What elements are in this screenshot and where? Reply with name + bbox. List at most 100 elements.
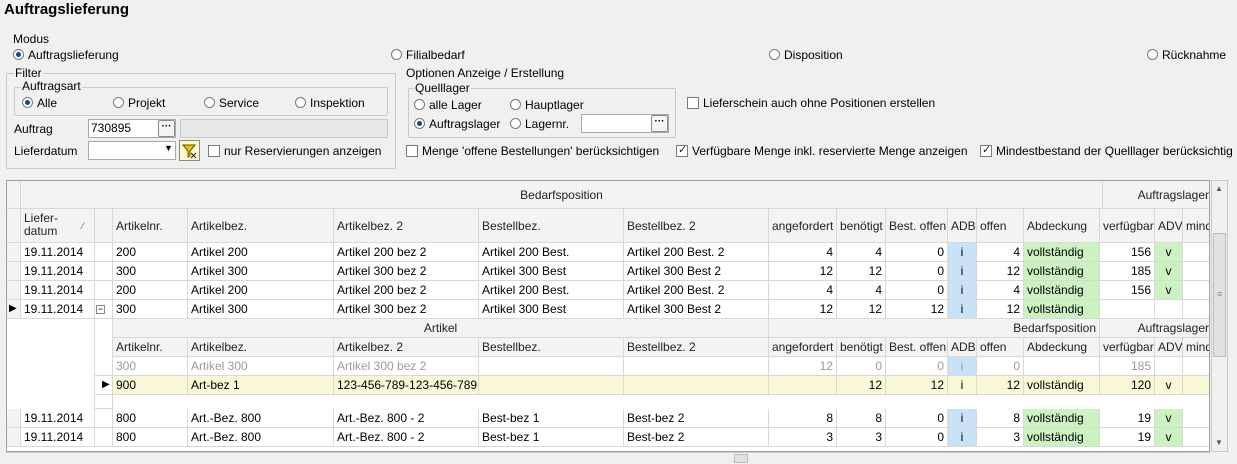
cell-benoe[interactable]: 12 bbox=[837, 300, 886, 319]
sub-cell-best[interactable] bbox=[479, 376, 624, 395]
sub-cell-adb[interactable]: i bbox=[948, 376, 977, 395]
ellipsis-icon[interactable]: ··· bbox=[158, 120, 175, 137]
sub-cell-verf[interactable]: 120 bbox=[1100, 376, 1155, 395]
sub-col-adb[interactable]: ADB bbox=[948, 338, 977, 357]
cell-datum[interactable]: 19.11.2014 bbox=[21, 300, 95, 319]
cell-best[interactable]: Artikel 300 Best bbox=[479, 262, 624, 281]
cell-mind[interactable] bbox=[1183, 243, 1209, 262]
cell-boffen[interactable]: 0 bbox=[886, 428, 948, 447]
sub-cell-angef[interactable] bbox=[769, 376, 837, 395]
cell-mind[interactable] bbox=[1183, 409, 1209, 428]
col-abdeckung[interactable]: Abdeckung bbox=[1024, 209, 1100, 243]
scroll-up-icon[interactable]: ▲ bbox=[1215, 184, 1223, 193]
cell-angef[interactable]: 12 bbox=[769, 300, 837, 319]
cell-benoe[interactable]: 4 bbox=[837, 243, 886, 262]
scroll-thumb[interactable]: ≡ bbox=[1213, 233, 1226, 357]
cell-boffen[interactable]: 0 bbox=[886, 409, 948, 428]
col-best-offen[interactable]: Best. offen bbox=[886, 209, 948, 243]
lieferdatum-input[interactable] bbox=[88, 141, 176, 160]
positions-grid[interactable]: Bedarfsposition Auftragslager Liefer- da… bbox=[6, 180, 1210, 452]
cell-adv[interactable]: v bbox=[1155, 243, 1183, 262]
sub-cell-best2[interactable] bbox=[624, 376, 769, 395]
sub-cell-angef[interactable]: 12 bbox=[769, 357, 837, 376]
cell-nr[interactable]: 200 bbox=[113, 281, 188, 300]
col-offen[interactable]: offen bbox=[977, 209, 1024, 243]
cell-best[interactable]: Best-bez 1 bbox=[479, 428, 624, 447]
cell-nr[interactable]: 800 bbox=[113, 428, 188, 447]
sub-cell-boffen[interactable]: 12 bbox=[886, 376, 948, 395]
cell-exp[interactable] bbox=[95, 428, 113, 447]
cell-mind[interactable] bbox=[1183, 428, 1209, 447]
cell-angef[interactable]: 4 bbox=[769, 243, 837, 262]
sub-col-best[interactable]: Bestellbez. bbox=[479, 338, 624, 357]
cell-adv[interactable]: v bbox=[1155, 281, 1183, 300]
col-artikelnr[interactable]: Artikelnr. bbox=[113, 209, 188, 243]
cell-nr[interactable]: 300 bbox=[113, 262, 188, 281]
cell-best2[interactable]: Best-bez 2 bbox=[624, 409, 769, 428]
cell-best2[interactable]: Best-bez 2 bbox=[624, 428, 769, 447]
cell-mind[interactable] bbox=[1183, 262, 1209, 281]
sub-cell-adb[interactable]: i bbox=[948, 357, 977, 376]
sub-col-benoe[interactable]: benötigt bbox=[837, 338, 886, 357]
cell-deck[interactable]: vollständig bbox=[1024, 243, 1100, 262]
sub-cell-deck[interactable] bbox=[1024, 357, 1100, 376]
cell-datum[interactable]: 19.11.2014 bbox=[21, 243, 95, 262]
sub-cell-best[interactable] bbox=[479, 357, 624, 376]
modus-auftragslieferung[interactable]: Auftragslieferung bbox=[13, 48, 119, 62]
row-selector[interactable] bbox=[7, 428, 21, 447]
cell-boffen[interactable]: 12 bbox=[886, 300, 948, 319]
cell-angef[interactable]: 8 bbox=[769, 409, 837, 428]
sub-col-angef[interactable]: angefordert bbox=[769, 338, 837, 357]
cell-bez[interactable]: Art.-Bez. 800 bbox=[188, 409, 334, 428]
sub-cell-boffen[interactable]: 0 bbox=[886, 357, 948, 376]
cell-adb[interactable]: i bbox=[948, 409, 977, 428]
sub-col-bez2[interactable]: Artikelbez. 2 bbox=[334, 338, 479, 357]
cell-bez[interactable]: Art.-Bez. 800 bbox=[188, 428, 334, 447]
cell-best2[interactable]: Artikel 200 Best. 2 bbox=[624, 243, 769, 262]
cell-angef[interactable]: 12 bbox=[769, 262, 837, 281]
cell-verf[interactable]: 19 bbox=[1100, 428, 1155, 447]
cell-boffen[interactable]: 0 bbox=[886, 262, 948, 281]
cell-adb[interactable]: i bbox=[948, 300, 977, 319]
cell-mind[interactable] bbox=[1183, 281, 1209, 300]
cell-bez2[interactable]: Art.-Bez. 800 - 2 bbox=[334, 409, 479, 428]
cell-verf[interactable]: 19 bbox=[1100, 409, 1155, 428]
lieferschein-checkbox[interactable]: Lieferschein auch ohne Positionen erstel… bbox=[687, 96, 935, 110]
cell-verf[interactable]: 156 bbox=[1100, 281, 1155, 300]
modus-disposition[interactable]: Disposition bbox=[769, 48, 843, 62]
sub-cell-adv[interactable] bbox=[1155, 357, 1183, 376]
sub-cell-best2[interactable] bbox=[624, 357, 769, 376]
cell-bez[interactable]: Artikel 300 bbox=[188, 262, 334, 281]
cell-datum[interactable]: 19.11.2014 bbox=[21, 409, 95, 428]
col-bestellbez[interactable]: Bestellbez. bbox=[479, 209, 624, 243]
cell-offen[interactable]: 4 bbox=[977, 243, 1024, 262]
modus-filialbedarf[interactable]: Filialbedarf bbox=[391, 48, 465, 62]
cell-best2[interactable]: Artikel 200 Best. 2 bbox=[624, 281, 769, 300]
cell-deck[interactable]: vollständig bbox=[1024, 428, 1100, 447]
cell-deck[interactable]: vollständig bbox=[1024, 300, 1100, 319]
cell-adv[interactable] bbox=[1155, 300, 1183, 319]
verfuegbare-checkbox[interactable]: Verfügbare Menge inkl. reservierte Menge… bbox=[676, 143, 968, 158]
sub-col-mind[interactable]: mind bbox=[1183, 338, 1209, 357]
cell-bez2[interactable]: Art.-Bez. 800 - 2 bbox=[334, 428, 479, 447]
vertical-scrollbar[interactable]: ▲ ≡ ▼ bbox=[1211, 180, 1228, 452]
cell-adv[interactable]: v bbox=[1155, 428, 1183, 447]
col-benoetigt[interactable]: benötigt bbox=[837, 209, 886, 243]
cell-verf[interactable] bbox=[1100, 300, 1155, 319]
quell-alle-lager[interactable]: alle Lager bbox=[414, 98, 482, 112]
cell-deck[interactable]: vollständig bbox=[1024, 409, 1100, 428]
quell-hauptlager[interactable]: Hauptlager bbox=[510, 98, 584, 112]
row-selector[interactable] bbox=[7, 243, 21, 262]
col-artikelbez[interactable]: Artikelbez. bbox=[188, 209, 334, 243]
sub-cell-bez2[interactable]: 123-456-789-123-456-789 bbox=[334, 376, 479, 395]
cell-angef[interactable]: 4 bbox=[769, 281, 837, 300]
sub-cell-bez2[interactable]: Artikel 300 bez 2 bbox=[334, 357, 479, 376]
sub-cell-mind[interactable] bbox=[1183, 376, 1209, 395]
cell-bez2[interactable]: Artikel 200 bez 2 bbox=[334, 281, 479, 300]
auftragsart-inspektion[interactable]: Inspektion bbox=[295, 96, 365, 110]
cell-boffen[interactable]: 0 bbox=[886, 281, 948, 300]
sub-cell-bez[interactable]: Art-bez 1 bbox=[188, 376, 334, 395]
cell-benoe[interactable]: 12 bbox=[837, 262, 886, 281]
cell-bez[interactable]: Artikel 200 bbox=[188, 243, 334, 262]
cell-adv[interactable]: v bbox=[1155, 409, 1183, 428]
